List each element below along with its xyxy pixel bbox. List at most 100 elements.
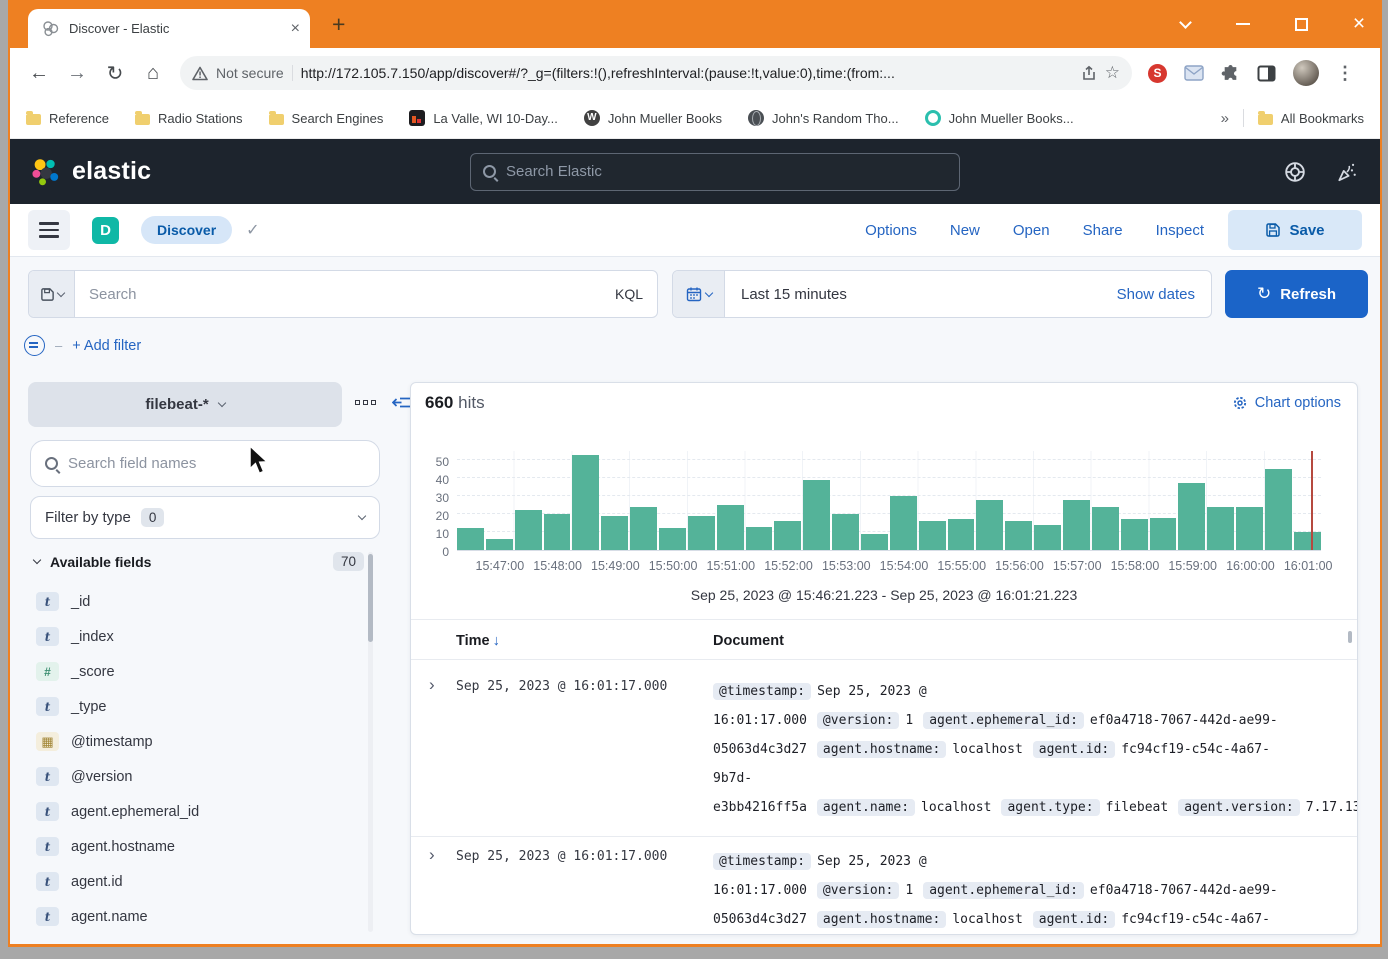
profile-avatar[interactable]: [1293, 60, 1319, 86]
show-dates-button[interactable]: Show dates: [1117, 286, 1211, 303]
mail-extension-icon[interactable]: [1184, 65, 1204, 81]
chart-options-button[interactable]: Chart options: [1232, 395, 1341, 411]
global-search[interactable]: [470, 153, 960, 191]
field-options-icon[interactable]: [355, 400, 376, 405]
histogram-bar[interactable]: [572, 455, 599, 550]
doc-field-key[interactable]: @timestamp:: [713, 853, 811, 870]
expand-row-icon[interactable]: ›: [429, 675, 435, 695]
query-bar[interactable]: KQL: [28, 270, 658, 318]
doc-field-key[interactable]: agent.name:: [817, 799, 915, 816]
bookmark-item[interactable]: La Valle, WI 10-Day...: [409, 110, 558, 126]
doc-field-key[interactable]: @timestamp:: [713, 683, 811, 700]
reload-icon[interactable]: ↻: [96, 61, 134, 86]
doc-field-key[interactable]: agent.version:: [1178, 799, 1300, 816]
window-chevron-icon[interactable]: [1174, 13, 1196, 35]
deployment-badge[interactable]: D: [92, 217, 119, 244]
collapse-sidebar-icon[interactable]: [392, 395, 411, 410]
histogram-bar[interactable]: [948, 519, 975, 550]
minimize-button[interactable]: [1232, 13, 1254, 35]
histogram-bar[interactable]: [1294, 532, 1321, 550]
histogram-bar[interactable]: [1005, 521, 1032, 550]
table-row[interactable]: › Sep 25, 2023 @ 16:01:17.000 @timestamp…: [411, 837, 1357, 935]
bookmark-item[interactable]: John Mueller Books...: [925, 110, 1074, 126]
bookmark-item[interactable]: Reference: [26, 111, 109, 126]
toolbar-link[interactable]: Inspect: [1156, 222, 1204, 239]
field-list-item[interactable]: t _index: [36, 619, 356, 654]
histogram-bar[interactable]: [659, 528, 686, 550]
histogram-bar[interactable]: [486, 539, 513, 550]
tab-close-icon[interactable]: ×: [291, 21, 300, 37]
bookmark-item[interactable]: John's Random Tho...: [748, 110, 899, 126]
field-list-item[interactable]: t agent.hostname: [36, 829, 356, 864]
extensions-puzzle-icon[interactable]: [1221, 64, 1240, 83]
field-list-item[interactable]: # _score: [36, 654, 356, 689]
share-icon[interactable]: [1080, 65, 1097, 82]
field-list-item[interactable]: t @version: [36, 759, 356, 794]
field-list-item[interactable]: t agent.name: [36, 899, 356, 934]
expand-row-icon[interactable]: ›: [429, 845, 435, 865]
field-list-item[interactable]: t _id: [36, 584, 356, 619]
table-row[interactable]: › Sep 25, 2023 @ 16:01:17.000 @timestamp…: [411, 667, 1357, 837]
forward-icon[interactable]: →: [58, 62, 96, 85]
global-search-input[interactable]: [506, 163, 947, 180]
field-list-item[interactable]: t _type: [36, 689, 356, 724]
extension-s-icon[interactable]: S: [1148, 64, 1167, 83]
filter-by-type-select[interactable]: Filter by type 0: [30, 496, 380, 539]
breadcrumb[interactable]: Discover: [141, 216, 232, 244]
browser-tab[interactable]: Discover - Elastic ×: [28, 9, 310, 48]
url-text[interactable]: http://172.105.7.150/app/discover#/?_g=(…: [301, 65, 1072, 81]
histogram-bar[interactable]: [630, 507, 657, 550]
add-filter-button[interactable]: + Add filter: [72, 338, 141, 354]
field-list-item[interactable]: ▦ @timestamp: [36, 724, 356, 759]
histogram-bar[interactable]: [688, 516, 715, 550]
date-quick-select-button[interactable]: [673, 271, 725, 317]
toolbar-link[interactable]: Options: [865, 222, 917, 239]
all-bookmarks[interactable]: All Bookmarks: [1258, 111, 1364, 126]
histogram-bar[interactable]: [1063, 500, 1090, 550]
news-party-icon[interactable]: [1336, 161, 1358, 183]
histogram-bar[interactable]: [746, 527, 773, 550]
histogram-bar[interactable]: [976, 500, 1003, 550]
field-search[interactable]: [30, 440, 380, 487]
close-button[interactable]: ×: [1348, 13, 1370, 35]
elastic-brand[interactable]: elastic: [28, 156, 151, 188]
histogram-bar[interactable]: [774, 521, 801, 550]
doc-field-key[interactable]: agent.id:: [1033, 741, 1115, 758]
help-lifering-icon[interactable]: [1284, 161, 1306, 183]
histogram-bar[interactable]: [803, 480, 830, 550]
query-language-button[interactable]: KQL: [601, 286, 657, 302]
available-fields-header[interactable]: Available fields 70: [34, 552, 364, 571]
nav-menu-icon[interactable]: [28, 210, 70, 250]
doc-field-key[interactable]: agent.ephemeral_id:: [923, 882, 1084, 899]
doc-field-key[interactable]: agent.type:: [1001, 799, 1099, 816]
field-search-input[interactable]: [68, 455, 365, 472]
histogram-bar[interactable]: [1236, 507, 1263, 550]
query-input[interactable]: [75, 286, 601, 303]
histogram-bar[interactable]: [1207, 507, 1234, 550]
document-column-header[interactable]: Document: [713, 633, 784, 649]
bookmarks-overflow-icon[interactable]: »: [1221, 110, 1229, 127]
doc-field-key[interactable]: @version:: [817, 712, 899, 729]
histogram-bar[interactable]: [832, 514, 859, 550]
histogram-bar[interactable]: [1034, 525, 1061, 550]
bookmark-item[interactable]: Search Engines: [269, 111, 384, 126]
histogram-bar[interactable]: [1150, 518, 1177, 550]
histogram-bar[interactable]: [1178, 483, 1205, 550]
save-button[interactable]: Save: [1228, 210, 1362, 250]
histogram-bar[interactable]: [890, 496, 917, 550]
saved-queries-button[interactable]: [29, 271, 75, 317]
index-pattern-select[interactable]: filebeat-*: [28, 382, 342, 427]
bookmark-star-icon[interactable]: ☆: [1105, 63, 1120, 83]
toolbar-link[interactable]: New: [950, 222, 980, 239]
date-picker[interactable]: Last 15 minutes Show dates: [672, 270, 1212, 318]
security-label[interactable]: Not secure: [216, 65, 284, 81]
new-tab-button[interactable]: +: [332, 14, 345, 34]
side-panel-icon[interactable]: [1257, 65, 1276, 82]
field-list-item[interactable]: t agent.id: [36, 864, 356, 899]
address-bar[interactable]: Not secure http://172.105.7.150/app/disc…: [180, 56, 1132, 90]
browser-menu-icon[interactable]: ⋮: [1336, 63, 1354, 84]
refresh-button[interactable]: ↻ Refresh: [1225, 270, 1368, 318]
histogram-bar[interactable]: [544, 514, 571, 550]
histogram-bar[interactable]: [601, 516, 628, 550]
maximize-button[interactable]: [1290, 13, 1312, 35]
